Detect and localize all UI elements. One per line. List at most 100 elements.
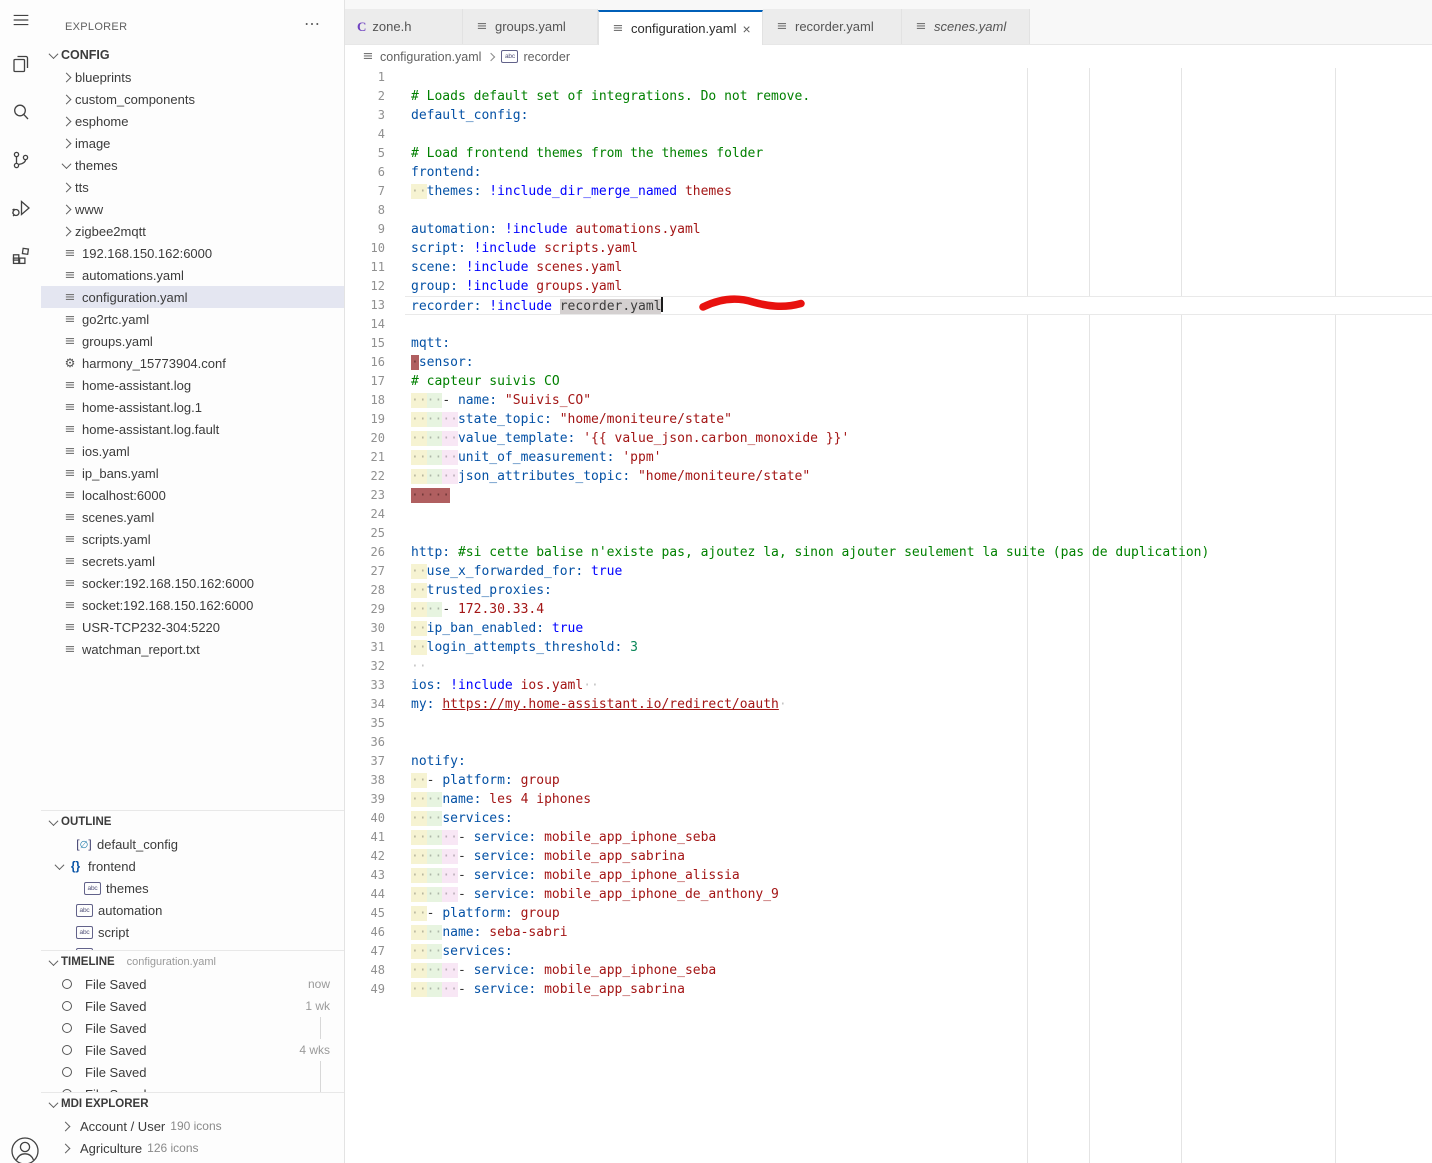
tree-item[interactable]: esphome xyxy=(41,110,344,132)
code-line[interactable]: 8 xyxy=(345,201,1432,220)
tree-item[interactable]: ≡ip_bans.yaml xyxy=(41,462,344,484)
code-line[interactable]: 10script: !include scripts.yaml xyxy=(345,239,1432,258)
code-line[interactable]: 31··login_attempts_threshold: 3 xyxy=(345,638,1432,657)
tree-item[interactable]: ≡home-assistant.log.fault xyxy=(41,418,344,440)
tree-item[interactable]: ≡groups.yaml xyxy=(41,330,344,352)
timeline-item[interactable]: File Saved xyxy=(41,1017,344,1039)
tree-item[interactable]: ≡secrets.yaml xyxy=(41,550,344,572)
source-control-icon[interactable] xyxy=(0,136,41,184)
code-line[interactable]: 46····name: seba-sabri xyxy=(345,923,1432,942)
code-line[interactable]: 32·· xyxy=(345,657,1432,676)
code-line[interactable]: 44······- service: mobile_app_iphone_de_… xyxy=(345,885,1432,904)
code-line[interactable]: 28··trusted_proxies: xyxy=(345,581,1432,600)
tree-item[interactable]: ≡socket:192.168.150.162:6000 xyxy=(41,594,344,616)
tree-item[interactable]: blueprints xyxy=(41,66,344,88)
code-editor[interactable]: 12# Loads default set of integrations. D… xyxy=(345,68,1432,1163)
code-line[interactable]: 36 xyxy=(345,733,1432,752)
tree-item[interactable]: custom_components xyxy=(41,88,344,110)
code-line[interactable]: 6frontend: xyxy=(345,163,1432,182)
timeline-item[interactable]: File Saved1 wk xyxy=(41,995,344,1017)
tree-item[interactable]: ≡watchman_report.txt xyxy=(41,638,344,660)
code-line[interactable]: 14 xyxy=(345,315,1432,334)
code-line[interactable]: 42······- service: mobile_app_sabrina xyxy=(345,847,1432,866)
tree-item[interactable]: ≡home-assistant.log xyxy=(41,374,344,396)
timeline-item[interactable]: File Saved xyxy=(41,1061,344,1083)
tree-item[interactable]: ⚙harmony_15773904.conf xyxy=(41,352,344,374)
code-line[interactable]: 47····services: xyxy=(345,942,1432,961)
code-line[interactable]: 30··ip_ban_enabled: true xyxy=(345,619,1432,638)
outline-item[interactable]: abcscript xyxy=(41,921,344,943)
code-line[interactable]: 13recorder: !include recorder.yaml xyxy=(345,296,1432,315)
code-line[interactable]: 40····services: xyxy=(345,809,1432,828)
close-icon[interactable]: × xyxy=(743,22,751,36)
tree-section-config[interactable]: CONFIG xyxy=(41,44,344,66)
outline-item[interactable]: abcthemes xyxy=(41,877,344,899)
code-line[interactable]: 33ios: !include ios.yaml·· xyxy=(345,676,1432,695)
code-line[interactable]: 3default_config: xyxy=(345,106,1432,125)
code-line[interactable]: 48······- service: mobile_app_iphone_seb… xyxy=(345,961,1432,980)
code-line[interactable]: 15mqtt: xyxy=(345,334,1432,353)
tree-item[interactable]: ≡192.168.150.162:6000 xyxy=(41,242,344,264)
code-line[interactable]: 23····· xyxy=(345,486,1432,505)
code-line[interactable]: 21······unit_of_measurement: 'ppm' xyxy=(345,448,1432,467)
code-line[interactable]: 49······- service: mobile_app_sabrina xyxy=(345,980,1432,999)
outline-item[interactable]: [∅]default_config xyxy=(41,833,344,855)
tree-item[interactable]: ≡USR-TCP232-304:5220 xyxy=(41,616,344,638)
code-line[interactable]: 12group: !include groups.yaml xyxy=(345,277,1432,296)
code-line[interactable]: 19······state_topic: "home/moniteure/sta… xyxy=(345,410,1432,429)
code-line[interactable]: 16·sensor: xyxy=(345,353,1432,372)
code-line[interactable]: 34my: https://my.home-assistant.io/redir… xyxy=(345,695,1432,714)
tab-zone.h[interactable]: Czone.h xyxy=(345,9,463,44)
more-actions-icon[interactable]: ⋯ xyxy=(304,14,320,34)
account-icon[interactable] xyxy=(4,1128,42,1163)
code-line[interactable]: 26http: #si cette balise n'existe pas, a… xyxy=(345,543,1432,562)
tree-item[interactable]: ≡scenes.yaml xyxy=(41,506,344,528)
code-line[interactable]: 27··use_x_forwarded_for: true xyxy=(345,562,1432,581)
code-line[interactable]: 39····name: les 4 iphones xyxy=(345,790,1432,809)
tab-configuration.yaml[interactable]: ≡configuration.yaml× xyxy=(598,10,763,45)
code-line[interactable]: 4 xyxy=(345,125,1432,144)
tree-item[interactable]: image xyxy=(41,132,344,154)
code-line[interactable]: 29····- 172.30.33.4 xyxy=(345,600,1432,619)
tree-item[interactable]: ≡socker:192.168.150.162:6000 xyxy=(41,572,344,594)
tree-item[interactable]: zigbee2mqtt xyxy=(41,220,344,242)
menu-icon[interactable] xyxy=(0,0,41,40)
code-line[interactable]: 11scene: !include scenes.yaml xyxy=(345,258,1432,277)
outline-item[interactable]: abcautomation xyxy=(41,899,344,921)
code-line[interactable]: 45··- platform: group xyxy=(345,904,1432,923)
outline-header[interactable]: OUTLINE xyxy=(41,811,344,833)
breadcrumb-item[interactable]: abcrecorder xyxy=(501,50,570,64)
timeline-item[interactable]: File Saved4 wks xyxy=(41,1039,344,1061)
code-line[interactable]: 25 xyxy=(345,524,1432,543)
tree-item[interactable]: www xyxy=(41,198,344,220)
tree-item[interactable]: ≡automations.yaml xyxy=(41,264,344,286)
mdi-category-item[interactable]: Agriculture126 icons xyxy=(41,1137,344,1159)
tab-scenes.yaml[interactable]: ≡scenes.yaml xyxy=(902,9,1030,44)
tree-item[interactable]: ≡ios.yaml xyxy=(41,440,344,462)
tree-item[interactable]: ≡home-assistant.log.1 xyxy=(41,396,344,418)
code-line[interactable]: 9automation: !include automations.yaml xyxy=(345,220,1432,239)
tree-item[interactable]: ≡go2rtc.yaml xyxy=(41,308,344,330)
breadcrumb-item[interactable]: ≡configuration.yaml xyxy=(361,49,481,64)
extensions-icon[interactable] xyxy=(0,232,41,280)
tab-groups.yaml[interactable]: ≡groups.yaml xyxy=(463,9,598,44)
tree-item[interactable]: themes xyxy=(41,154,344,176)
code-line[interactable]: 5# Load frontend themes from the themes … xyxy=(345,144,1432,163)
code-line[interactable]: 35 xyxy=(345,714,1432,733)
code-line[interactable]: 1 xyxy=(345,68,1432,87)
code-line[interactable]: 24 xyxy=(345,505,1432,524)
mdi-category-item[interactable]: Account / User190 icons xyxy=(41,1115,344,1137)
tree-item[interactable]: tts xyxy=(41,176,344,198)
code-line[interactable]: 37notify: xyxy=(345,752,1432,771)
run-debug-icon[interactable] xyxy=(0,184,41,232)
tab-recorder.yaml[interactable]: ≡recorder.yaml xyxy=(763,9,902,44)
code-line[interactable]: 17# capteur suivis CO xyxy=(345,372,1432,391)
code-line[interactable]: 20······value_template: '{{ value_json.c… xyxy=(345,429,1432,448)
search-icon[interactable] xyxy=(0,88,41,136)
timeline-item[interactable]: File Savednow xyxy=(41,973,344,995)
code-line[interactable]: 22······json_attributes_topic: "home/mon… xyxy=(345,467,1432,486)
timeline-header[interactable]: TIMELINE configuration.yaml xyxy=(41,951,344,973)
tree-item[interactable]: ≡scripts.yaml xyxy=(41,528,344,550)
tree-item[interactable]: ≡configuration.yaml xyxy=(41,286,344,308)
outline-item[interactable]: {}frontend xyxy=(41,855,344,877)
